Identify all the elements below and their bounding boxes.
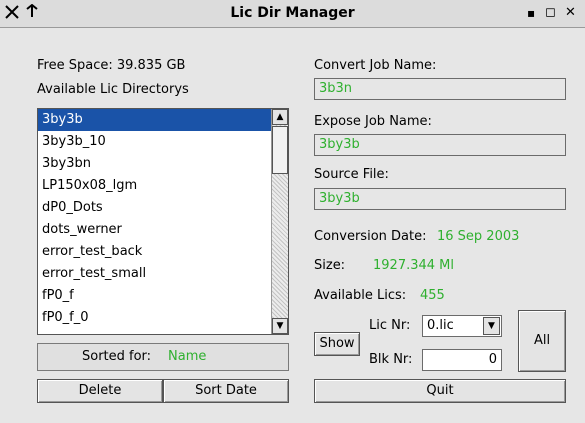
expose-job-label: Expose Job Name: <box>314 114 432 129</box>
free-space-label: Free Space: 39.835 GB <box>37 58 186 73</box>
size-value: 1927.344 Ml <box>373 258 454 273</box>
sorted-for-value: Name <box>168 349 207 364</box>
title-bar: Lic Dir Manager ▪ ◻ ✕ <box>0 0 585 28</box>
blk-nr-label: Blk Nr: <box>369 352 413 367</box>
sorted-for-label: Sorted for: <box>82 349 152 364</box>
lic-nr-select[interactable]: 0.lic ▼ <box>422 315 502 337</box>
available-dirs-label: Available Lic Directorys <box>37 82 189 97</box>
chevron-down-icon[interactable]: ▼ <box>483 317 500 335</box>
source-file-field[interactable]: 3by3b <box>314 188 566 210</box>
lic-nr-value: 0.lic <box>427 318 454 333</box>
list-item[interactable]: fP0_f_0 <box>38 307 271 329</box>
window-title: Lic Dir Manager <box>230 5 355 21</box>
conversion-date-label: Conversion Date: <box>314 229 427 244</box>
list-item[interactable]: error_test_back <box>38 241 271 263</box>
list-item[interactable]: error_test_small <box>38 263 271 285</box>
list-items: 3by3b 3by3b_10 3by3bn LP150x08_lgm dP0_Dots d… <box>38 109 271 329</box>
all-button[interactable]: All <box>518 310 566 372</box>
list-item[interactable]: dP0_Dots <box>38 197 271 219</box>
scroll-up-icon[interactable]: ▲ <box>272 109 288 125</box>
source-file-label: Source File: <box>314 167 389 182</box>
list-item[interactable]: 3by3b <box>38 109 271 131</box>
show-button[interactable]: Show <box>314 332 360 356</box>
quit-button[interactable]: Quit <box>314 379 566 403</box>
blk-nr-field[interactable]: 0 <box>422 349 502 371</box>
sort-date-button[interactable]: Sort Date <box>163 379 289 403</box>
expose-job-field[interactable]: 3by3b <box>314 134 566 156</box>
delete-button[interactable]: Delete <box>37 379 163 403</box>
list-item[interactable]: dots_werner <box>38 219 271 241</box>
convert-job-field[interactable]: 3b3n <box>314 78 566 100</box>
vertical-scrollbar[interactable]: ▲ ▼ <box>271 109 288 334</box>
close-button[interactable]: ✕ <box>565 4 576 22</box>
conversion-date-value: 16 Sep 2003 <box>437 229 520 244</box>
available-lics-value: 455 <box>420 288 445 303</box>
available-lics-label: Available Lics: <box>314 288 407 303</box>
list-item[interactable]: 3by3bn <box>38 153 271 175</box>
size-label: Size: <box>314 258 346 273</box>
lic-nr-label: Lic Nr: <box>369 318 411 333</box>
list-item[interactable]: LP150x08_lgm <box>38 175 271 197</box>
sorted-for-panel: Sorted for: Name <box>37 343 289 371</box>
list-item[interactable]: fP0_f <box>38 285 271 307</box>
list-item[interactable]: 3by3b_10 <box>38 131 271 153</box>
maximize-button[interactable]: ◻ <box>545 4 556 22</box>
scroll-down-icon[interactable]: ▼ <box>272 318 288 334</box>
lic-directory-list[interactable]: 3by3b 3by3b_10 3by3bn LP150x08_lgm dP0_Dots d… <box>37 108 289 335</box>
convert-job-label: Convert Job Name: <box>314 58 437 73</box>
scroll-thumb[interactable] <box>272 126 288 174</box>
minimize-button[interactable]: ▪ <box>527 4 535 22</box>
